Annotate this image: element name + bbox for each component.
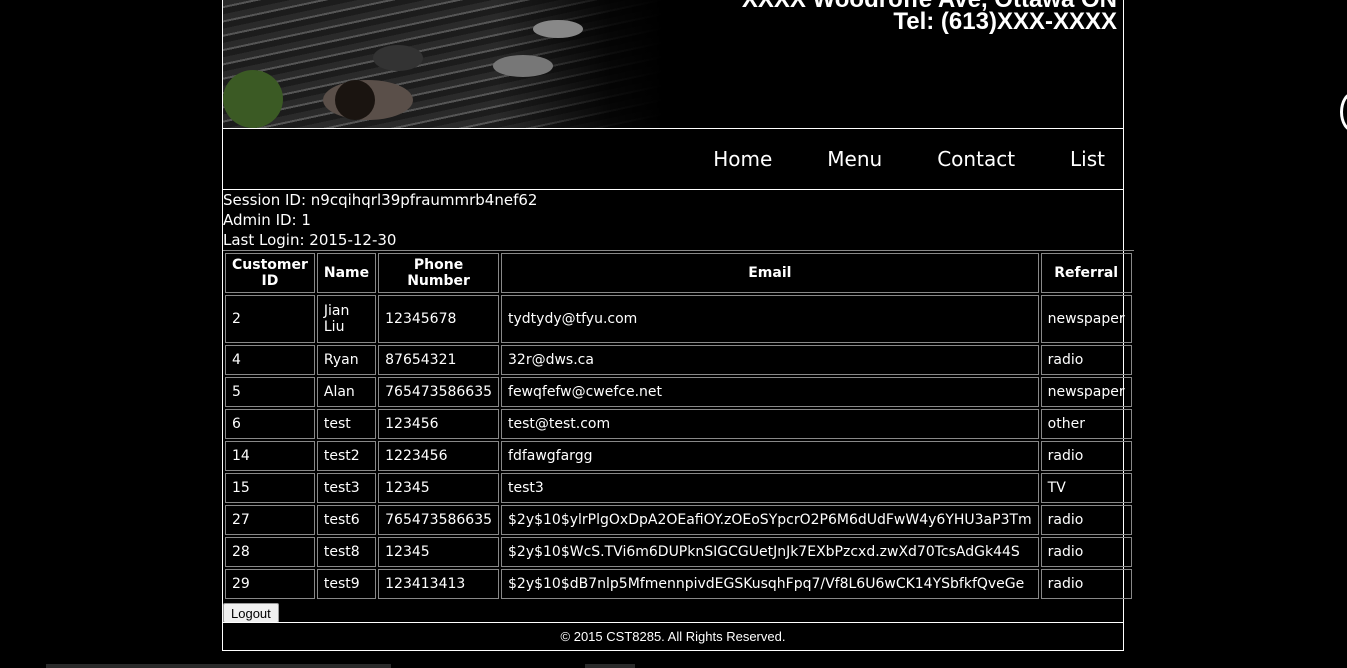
cell-email: fdfawgfargg xyxy=(501,441,1039,471)
cell-referral: radio xyxy=(1040,537,1132,567)
cell-email: tydtydy@tfyu.com xyxy=(501,295,1039,343)
cell-referral: radio xyxy=(1040,345,1132,375)
table-row: 5 Alan 765473586635 fewqfefw@cwefce.net … xyxy=(225,377,1132,407)
table-row: 15 test3 12345 test3 TV xyxy=(225,473,1132,503)
cell-referral: radio xyxy=(1040,569,1132,599)
cell-email: $2y$10$ylrPlgOxDpA2OEafiOY.zOEoSYpcrO2P6… xyxy=(501,505,1039,535)
restaurant-phone: Tel: (613)XXX-XXXX xyxy=(893,8,1117,35)
header-referral: Referral xyxy=(1040,253,1132,293)
table-row: 27 test6 765473586635 $2y$10$ylrPlgOxDpA… xyxy=(225,505,1132,535)
cell-customer-id: 29 xyxy=(225,569,315,599)
table-header-row: Customer ID Name Phone Number Email Refe… xyxy=(225,253,1132,293)
page-container: XXXX Woodroffe Ave, Ottawa ON Tel: (613)… xyxy=(222,0,1134,651)
site-header: XXXX Woodroffe Ave, Ottawa ON Tel: (613)… xyxy=(223,0,1123,129)
cell-phone: 765473586635 xyxy=(378,505,500,535)
cell-phone: 12345678 xyxy=(378,295,500,343)
cell-referral: other xyxy=(1040,409,1132,439)
cell-customer-id: 4 xyxy=(225,345,315,375)
cell-name: test9 xyxy=(316,569,377,599)
admin-id: Admin ID: 1 xyxy=(223,211,311,229)
nav-list[interactable]: List xyxy=(1070,147,1105,171)
cell-customer-id: 5 xyxy=(225,377,315,407)
site-footer: © 2015 CST8285. All Rights Reserved. xyxy=(223,622,1123,650)
cell-email: $2y$10$dB7nlp5MfmennpivdEGSKusqhFpq7/Vf8… xyxy=(501,569,1039,599)
cell-phone: 765473586635 xyxy=(378,377,500,407)
cell-phone: 87654321 xyxy=(378,345,500,375)
cell-customer-id: 15 xyxy=(225,473,315,503)
loading-spinner-icon xyxy=(1340,92,1347,132)
cell-name: Jian Liu xyxy=(316,295,377,343)
table-row: 14 test2 1223456 fdfawgfargg radio xyxy=(225,441,1132,471)
horizontal-scrollbar-thumb[interactable] xyxy=(46,664,391,668)
table-body: 2 Jian Liu 12345678 tydtydy@tfyu.com new… xyxy=(225,295,1132,599)
cell-phone: 12345 xyxy=(378,537,500,567)
table-row: 29 test9 123413413 $2y$10$dB7nlp5Mfmennp… xyxy=(225,569,1132,599)
nav-contact[interactable]: Contact xyxy=(937,147,1015,171)
cell-referral: newspaper xyxy=(1040,295,1132,343)
cell-referral: newspaper xyxy=(1040,377,1132,407)
header-phone: Phone Number xyxy=(378,253,500,293)
cell-email: test3 xyxy=(501,473,1039,503)
table-row: 4 Ryan 87654321 32r@dws.ca radio xyxy=(225,345,1132,375)
cell-customer-id: 14 xyxy=(225,441,315,471)
table-row: 6 test 123456 test@test.com other xyxy=(225,409,1132,439)
cell-referral: radio xyxy=(1040,441,1132,471)
cell-referral: radio xyxy=(1040,505,1132,535)
cell-name: Ryan xyxy=(316,345,377,375)
kitchen-banner-image xyxy=(223,0,663,128)
cell-name: test8 xyxy=(316,537,377,567)
cell-email: $2y$10$WcS.TVi6m6DUPknSIGCGUetJnJk7EXbPz… xyxy=(501,537,1039,567)
cell-phone: 123456 xyxy=(378,409,500,439)
cell-customer-id: 6 xyxy=(225,409,315,439)
session-id: Session ID: n9cqihqrl39pfraummrb4nef62 xyxy=(223,191,538,209)
horizontal-scrollbar-segment[interactable] xyxy=(585,664,635,668)
cell-phone: 12345 xyxy=(378,473,500,503)
table-row: 28 test8 12345 $2y$10$WcS.TVi6m6DUPknSIG… xyxy=(225,537,1132,567)
cell-customer-id: 2 xyxy=(225,295,315,343)
cell-customer-id: 27 xyxy=(225,505,315,535)
session-info: Session ID: n9cqihqrl39pfraummrb4nef62 A… xyxy=(223,190,1123,250)
customer-table: Customer ID Name Phone Number Email Refe… xyxy=(223,250,1134,601)
cell-customer-id: 28 xyxy=(225,537,315,567)
main-nav: Home Menu Contact List xyxy=(223,129,1123,190)
nav-home[interactable]: Home xyxy=(713,147,772,171)
cell-name: test2 xyxy=(316,441,377,471)
cell-name: test xyxy=(316,409,377,439)
cell-name: test3 xyxy=(316,473,377,503)
cell-name: test6 xyxy=(316,505,377,535)
cell-email: 32r@dws.ca xyxy=(501,345,1039,375)
table-row: 2 Jian Liu 12345678 tydtydy@tfyu.com new… xyxy=(225,295,1132,343)
nav-menu[interactable]: Menu xyxy=(827,147,882,171)
cell-email: test@test.com xyxy=(501,409,1039,439)
cell-phone: 1223456 xyxy=(378,441,500,471)
header-email: Email xyxy=(501,253,1039,293)
cell-name: Alan xyxy=(316,377,377,407)
header-name: Name xyxy=(316,253,377,293)
cell-email: fewqfefw@cwefce.net xyxy=(501,377,1039,407)
cell-referral: TV xyxy=(1040,473,1132,503)
header-customer-id: Customer ID xyxy=(225,253,315,293)
last-login: Last Login: 2015-12-30 xyxy=(223,231,397,249)
cell-phone: 123413413 xyxy=(378,569,500,599)
logout-button[interactable]: Logout xyxy=(223,603,279,623)
